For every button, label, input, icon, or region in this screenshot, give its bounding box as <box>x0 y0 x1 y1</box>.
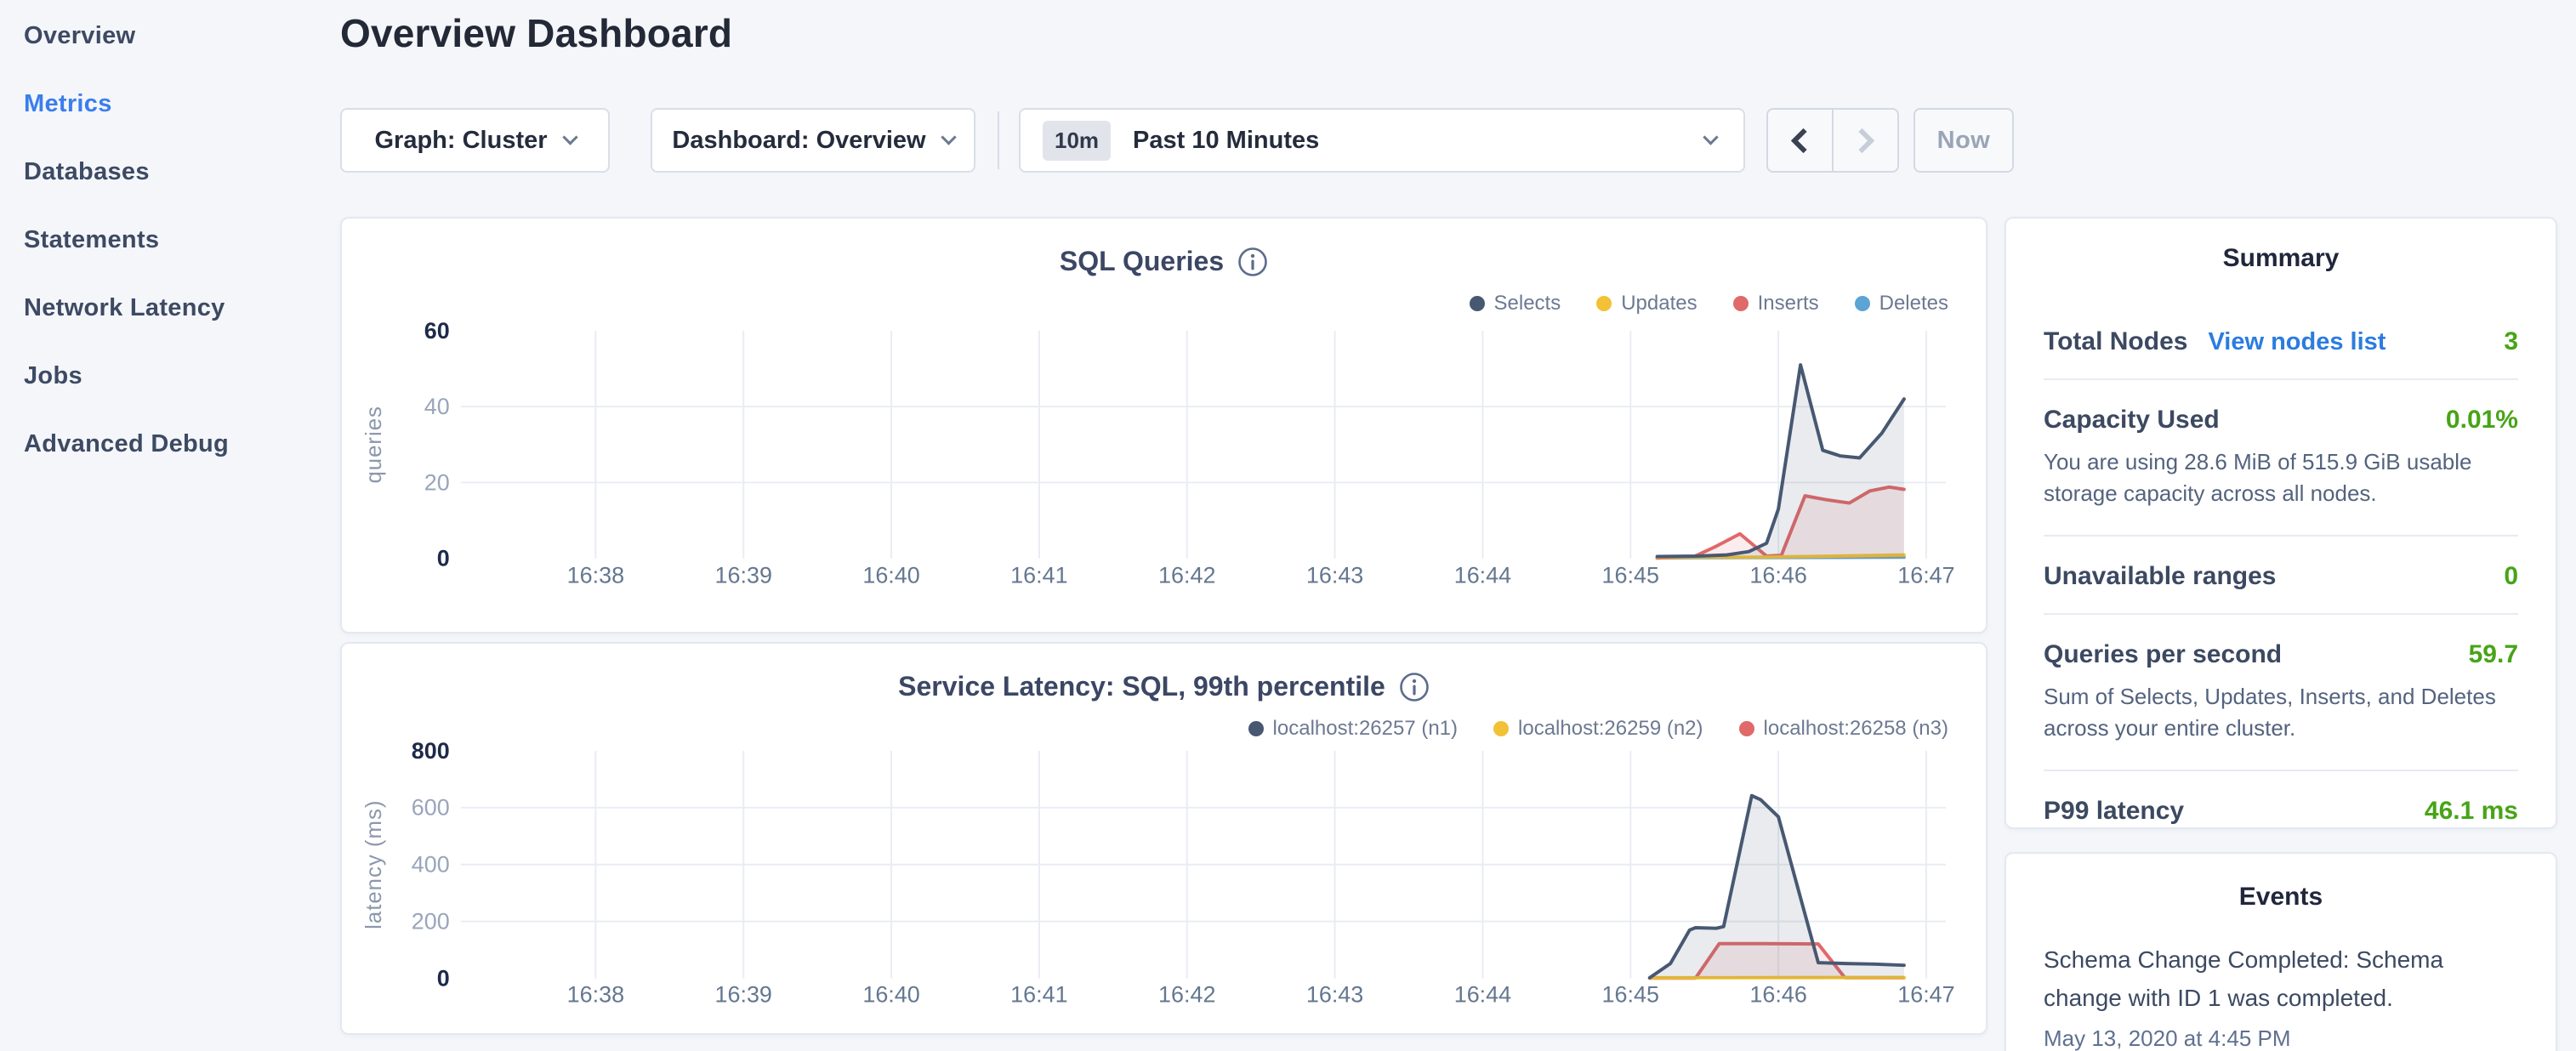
svg-text:16:40: 16:40 <box>862 563 919 588</box>
sidebar-item-network-latency[interactable]: Network Latency <box>0 274 340 342</box>
svg-text:16:45: 16:45 <box>1602 563 1659 588</box>
chevron-down-icon <box>562 129 577 145</box>
time-back-button[interactable] <box>1768 110 1832 171</box>
time-window-selector[interactable]: 10m Past 10 Minutes <box>1019 108 1745 173</box>
svg-text:0: 0 <box>437 966 450 991</box>
page-title: Overview Dashboard <box>340 10 732 56</box>
svg-text:200: 200 <box>412 909 450 935</box>
svg-text:16:44: 16:44 <box>1454 563 1511 588</box>
svg-text:16:43: 16:43 <box>1306 981 1363 1007</box>
event-timestamp: May 13, 2020 at 4:45 PM <box>2044 1025 2518 1051</box>
summary-value: 3 <box>2504 327 2518 356</box>
summary-title: Summary <box>2044 244 2518 273</box>
svg-text:16:47: 16:47 <box>1897 563 1954 588</box>
service-latency-chart-card: Service Latency: SQL, 99th percentile lo… <box>340 642 1987 1035</box>
svg-text:16:44: 16:44 <box>1454 981 1511 1007</box>
svg-text:600: 600 <box>412 795 450 821</box>
summary-value: 46.1 ms <box>2425 797 2518 826</box>
dashboard-dropdown-label: Dashboard: Overview <box>672 127 925 155</box>
vertical-divider <box>998 111 999 169</box>
now-button[interactable]: Now <box>1914 108 2014 173</box>
time-window-badge: 10m <box>1043 121 1111 161</box>
svg-text:16:39: 16:39 <box>715 563 772 588</box>
sidebar-item-metrics[interactable]: Metrics <box>0 70 340 138</box>
summary-label: Total Nodes <box>2044 327 2187 356</box>
svg-text:16:46: 16:46 <box>1749 563 1806 588</box>
events-panel: Events Schema Change Completed: Schema c… <box>2005 852 2557 1051</box>
svg-text:16:47: 16:47 <box>1897 981 1954 1007</box>
dashboard-dropdown[interactable]: Dashboard: Overview <box>651 108 975 173</box>
svg-text:40: 40 <box>424 394 450 419</box>
svg-text:latency (ms): latency (ms) <box>362 800 386 929</box>
summary-row: P99 latency 46.1 ms <box>2044 775 2518 844</box>
svg-text:800: 800 <box>412 738 450 764</box>
chevron-left-icon <box>1791 128 1817 153</box>
time-nav-group <box>1766 108 1899 173</box>
svg-text:0: 0 <box>437 546 450 571</box>
graph-dropdown-label: Graph: Cluster <box>374 127 547 155</box>
sidebar-item-statements[interactable]: Statements <box>0 206 340 274</box>
summary-section: Capacity Used 0.01% You are using 28.6 MiB… <box>2044 378 2518 535</box>
events-list: Schema Change Completed: Schema change w… <box>2044 940 2518 1051</box>
summary-row: Capacity Used 0.01% <box>2044 383 2518 453</box>
sidebar-item-advanced-debug[interactable]: Advanced Debug <box>0 410 340 478</box>
svg-text:20: 20 <box>424 469 450 495</box>
svg-text:16:46: 16:46 <box>1749 981 1806 1007</box>
svg-text:16:39: 16:39 <box>715 981 772 1007</box>
svg-text:16:45: 16:45 <box>1602 981 1659 1007</box>
sidebar-item-jobs[interactable]: Jobs <box>0 342 340 410</box>
summary-description: Sum of Selects, Updates, Inserts, and De… <box>2044 681 2518 766</box>
summary-description: You are using 28.6 MiB of 515.9 GiB usab… <box>2044 446 2518 531</box>
summary-value: 0.01% <box>2446 406 2518 435</box>
sidebar-item-overview[interactable]: Overview <box>0 2 340 70</box>
svg-text:16:43: 16:43 <box>1306 563 1363 588</box>
sql-queries-chart-card: SQL Queries SelectsUpdatesInsertsDeletes… <box>340 217 1987 633</box>
summary-panel: Summary Total Nodes View nodes list 3 Capac… <box>2005 217 2557 829</box>
chevron-down-icon <box>1703 129 1718 145</box>
svg-text:400: 400 <box>412 852 450 878</box>
time-window-label: Past 10 Minutes <box>1133 127 1319 155</box>
svg-text:60: 60 <box>424 318 450 344</box>
events-title: Events <box>2044 883 2518 912</box>
summary-row: Total Nodes View nodes list 3 <box>2044 305 2518 375</box>
graph-dropdown[interactable]: Graph: Cluster <box>340 108 610 173</box>
svg-text:16:38: 16:38 <box>567 981 624 1007</box>
summary-section: P99 latency 46.1 ms <box>2044 770 2518 848</box>
sql-queries-plot[interactable]: 16:38 16:39 16:40 16:41 16:42 16:43 16:44 16:45… <box>342 219 1986 632</box>
summary-value: 59.7 <box>2469 640 2518 669</box>
event-text: Schema Change Completed: Schema change w… <box>2044 940 2518 1017</box>
chevron-right-icon <box>1850 128 1875 153</box>
time-forward-button[interactable] <box>1832 110 1897 171</box>
svg-text:16:41: 16:41 <box>1010 981 1067 1007</box>
sidebar-item-databases[interactable]: Databases <box>0 138 340 206</box>
summary-section: Queries per second 59.7 Sum of Selects, Up… <box>2044 613 2518 770</box>
svg-text:queries: queries <box>362 406 386 483</box>
sidebar: OverviewMetricsDatabasesStatementsNetwor… <box>0 0 340 478</box>
svg-text:16:40: 16:40 <box>862 981 919 1007</box>
summary-label: Capacity Used <box>2044 406 2220 435</box>
svg-text:16:41: 16:41 <box>1010 563 1067 588</box>
summary-label: Queries per second <box>2044 640 2282 669</box>
svg-text:16:42: 16:42 <box>1158 563 1215 588</box>
service-latency-plot[interactable]: 16:38 16:39 16:40 16:41 16:42 16:43 16:44 16:45… <box>342 644 1986 1033</box>
chevron-down-icon <box>941 129 956 145</box>
summary-label: Unavailable ranges <box>2044 562 2276 591</box>
svg-text:16:42: 16:42 <box>1158 981 1215 1007</box>
view-nodes-list-link[interactable]: View nodes list <box>2208 328 2386 356</box>
summary-row: Queries per second 59.7 <box>2044 618 2518 688</box>
summary-label: P99 latency <box>2044 797 2184 826</box>
summary-section: Unavailable ranges 0 <box>2044 535 2518 613</box>
summary-rows: Total Nodes View nodes list 3 Capacity Used… <box>2044 302 2518 848</box>
svg-text:16:38: 16:38 <box>567 563 624 588</box>
summary-value: 0 <box>2504 562 2518 591</box>
summary-row: Unavailable ranges 0 <box>2044 540 2518 610</box>
summary-section: Total Nodes View nodes list 3 <box>2044 302 2518 378</box>
